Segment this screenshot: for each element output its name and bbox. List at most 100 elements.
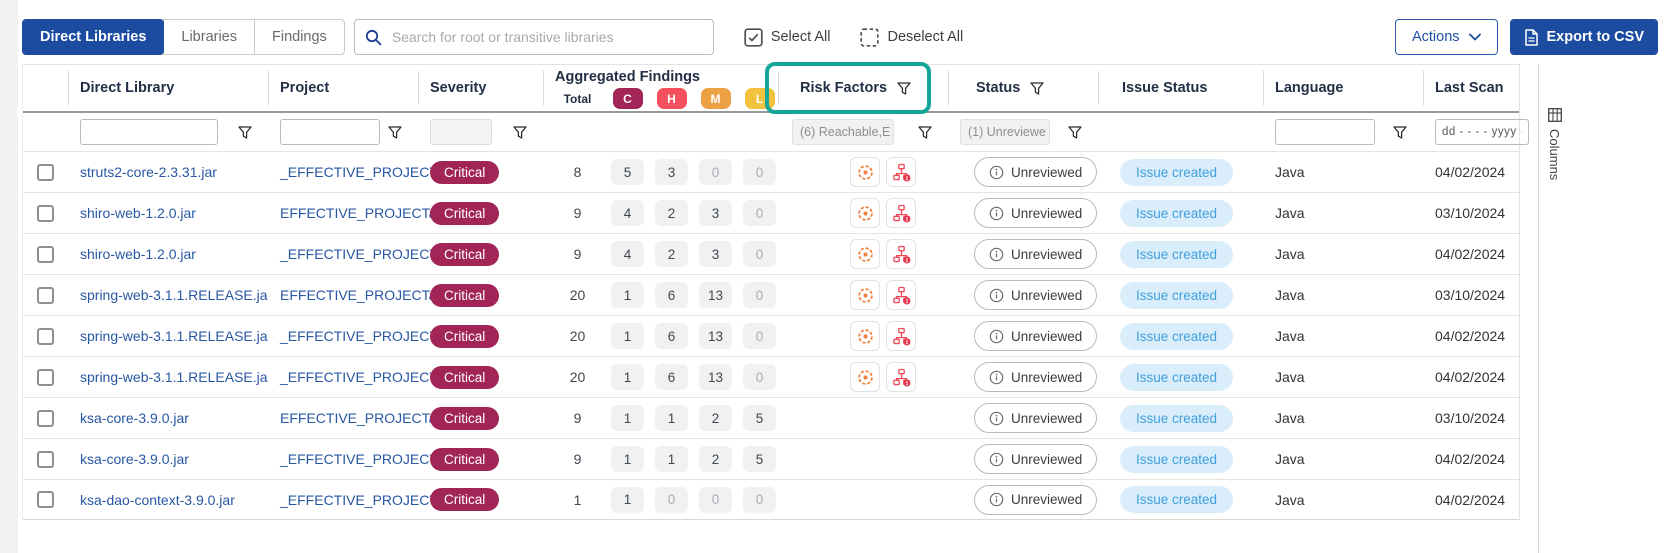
info-icon [989, 288, 1004, 303]
select-all-button[interactable]: Select All [744, 28, 831, 47]
language-value: Java [1275, 328, 1305, 344]
actions-button[interactable]: Actions [1395, 19, 1498, 55]
issue-status-badge: Issue created [1120, 446, 1233, 473]
status-button[interactable]: Unreviewed [974, 362, 1097, 392]
project-link[interactable]: EFFECTIVE_PROJECTa [280, 287, 436, 303]
reachable-target-icon [850, 239, 880, 269]
reachable-target-icon [850, 321, 880, 351]
deselect-all-label: Deselect All [887, 29, 963, 45]
direct-library-filter-input[interactable] [80, 119, 218, 145]
findings-medium-count: 2 [699, 405, 732, 431]
row-checkbox[interactable] [37, 328, 54, 345]
library-link[interactable]: shiro-web-1.2.0.jar [80, 205, 196, 221]
calendar-icon [1521, 126, 1522, 139]
last-scan-value: 04/02/2024 [1435, 164, 1505, 180]
row-checkbox[interactable] [37, 164, 54, 181]
findings-high-count: 6 [655, 282, 688, 308]
deselect-all-button[interactable]: Deselect All [860, 28, 963, 47]
severity-funnel-icon[interactable] [513, 126, 527, 139]
risk-factors-filter-chip[interactable]: (6) Reachable,E [792, 119, 894, 145]
view-tabs: Direct Libraries Libraries Findings [22, 19, 345, 55]
project-link[interactable]: EFFECTIVE_PROJECTa [280, 205, 436, 221]
status-button[interactable]: Unreviewed [974, 444, 1097, 474]
direct-library-funnel-icon[interactable] [238, 126, 252, 139]
search-input[interactable] [392, 29, 703, 45]
risk-factors-funnel-icon[interactable] [918, 126, 932, 139]
reachable-target-icon [850, 157, 880, 187]
status-button[interactable]: Unreviewed [974, 157, 1097, 187]
table-row: spring-web-3.1.1.RELEASE.ja_EFFECTIVE_PR… [23, 356, 1519, 397]
status-button[interactable]: Unreviewed [974, 280, 1097, 310]
header-low-badge: L [745, 88, 775, 109]
risk-factors-cell [778, 275, 948, 315]
row-checkbox[interactable] [37, 491, 54, 508]
row-checkbox[interactable] [37, 205, 54, 222]
findings-medium-count: 2 [699, 446, 732, 472]
severity-badge: Critical [430, 366, 499, 389]
library-link[interactable]: spring-web-3.1.1.RELEASE.ja [80, 328, 268, 344]
export-to-csv-button[interactable]: Export to CSV [1510, 19, 1658, 55]
findings-medium-count: 3 [699, 241, 732, 267]
status-button[interactable]: Unreviewed [974, 321, 1097, 351]
risk-factors-cell [778, 439, 948, 479]
tab-findings[interactable]: Findings [254, 19, 345, 55]
header-language: Language [1263, 65, 1423, 111]
header-critical-badge: C [613, 88, 643, 109]
status-filter-chip[interactable]: (1) Unreviewe [960, 119, 1050, 145]
info-icon [989, 165, 1004, 180]
columns-panel-strip: Columns [1538, 64, 1578, 553]
severity-filter-input[interactable] [430, 119, 492, 145]
table-grid-icon [1548, 108, 1562, 122]
toolbar: Direct Libraries Libraries Findings Sele… [22, 18, 1658, 56]
library-link[interactable]: spring-web-3.1.1.RELEASE.ja [80, 287, 268, 303]
table-row: struts2-core-2.3.31.jar_EFFECTIVE_PROJEC… [23, 151, 1519, 192]
risk-factors-cell [778, 480, 948, 519]
status-button[interactable]: Unreviewed [974, 198, 1097, 228]
library-link[interactable]: ksa-dao-context-3.9.0.jar [80, 492, 235, 508]
library-link[interactable]: spring-web-3.1.1.RELEASE.ja [80, 369, 268, 385]
library-link[interactable]: struts2-core-2.3.31.jar [80, 164, 217, 180]
status-button[interactable]: Unreviewed [974, 239, 1097, 269]
issue-status-badge: Issue created [1120, 323, 1233, 350]
library-link[interactable]: shiro-web-1.2.0.jar [80, 246, 196, 262]
project-filter-input[interactable] [280, 119, 380, 145]
project-link[interactable]: EFFECTIVE_PROJECTa [280, 410, 436, 426]
findings-critical-count: 1 [611, 405, 644, 431]
library-link[interactable]: ksa-core-3.9.0.jar [80, 410, 189, 426]
search-box [354, 19, 714, 55]
findings-medium-count: 13 [699, 364, 732, 390]
findings-critical-count: 1 [611, 364, 644, 390]
row-checkbox[interactable] [37, 451, 54, 468]
row-checkbox[interactable] [37, 369, 54, 386]
exploit-hierarchy-alert-icon [886, 157, 916, 187]
table-row: shiro-web-1.2.0.jar_EFFECTIVE_PROJECTbCr… [23, 233, 1519, 274]
status-button[interactable]: Unreviewed [974, 485, 1097, 515]
exploit-hierarchy-alert-icon [886, 362, 916, 392]
last-scan-date-filter[interactable]: dd - - - - yyyy [1435, 119, 1529, 145]
library-link[interactable]: ksa-core-3.9.0.jar [80, 451, 189, 467]
status-button[interactable]: Unreviewed [974, 403, 1097, 433]
findings-total: 8 [555, 164, 600, 180]
findings-low-count: 0 [743, 364, 776, 390]
header-checkbox-spacer [23, 65, 68, 111]
severity-badge: Critical [430, 325, 499, 348]
risk-factors-filter-icon[interactable] [897, 82, 911, 95]
tab-libraries[interactable]: Libraries [163, 19, 255, 55]
findings-high-count: 6 [655, 364, 688, 390]
status-filter-icon[interactable] [1030, 82, 1044, 95]
tab-direct-libraries[interactable]: Direct Libraries [22, 19, 164, 55]
severity-badge: Critical [430, 284, 499, 307]
findings-medium-count: 13 [699, 282, 732, 308]
project-funnel-icon[interactable] [388, 126, 402, 139]
language-filter-input[interactable] [1275, 119, 1375, 145]
row-checkbox[interactable] [37, 410, 54, 427]
findings-total: 9 [555, 205, 600, 221]
libraries-table: Direct Library Project Severity Aggregat… [22, 64, 1520, 520]
findings-high-count: 1 [655, 446, 688, 472]
status-funnel-icon[interactable] [1068, 126, 1082, 139]
columns-toggle[interactable]: Columns [1547, 108, 1562, 553]
row-checkbox[interactable] [37, 246, 54, 263]
language-funnel-icon[interactable] [1393, 126, 1407, 139]
row-checkbox[interactable] [37, 287, 54, 304]
severity-badge: Critical [430, 407, 499, 430]
